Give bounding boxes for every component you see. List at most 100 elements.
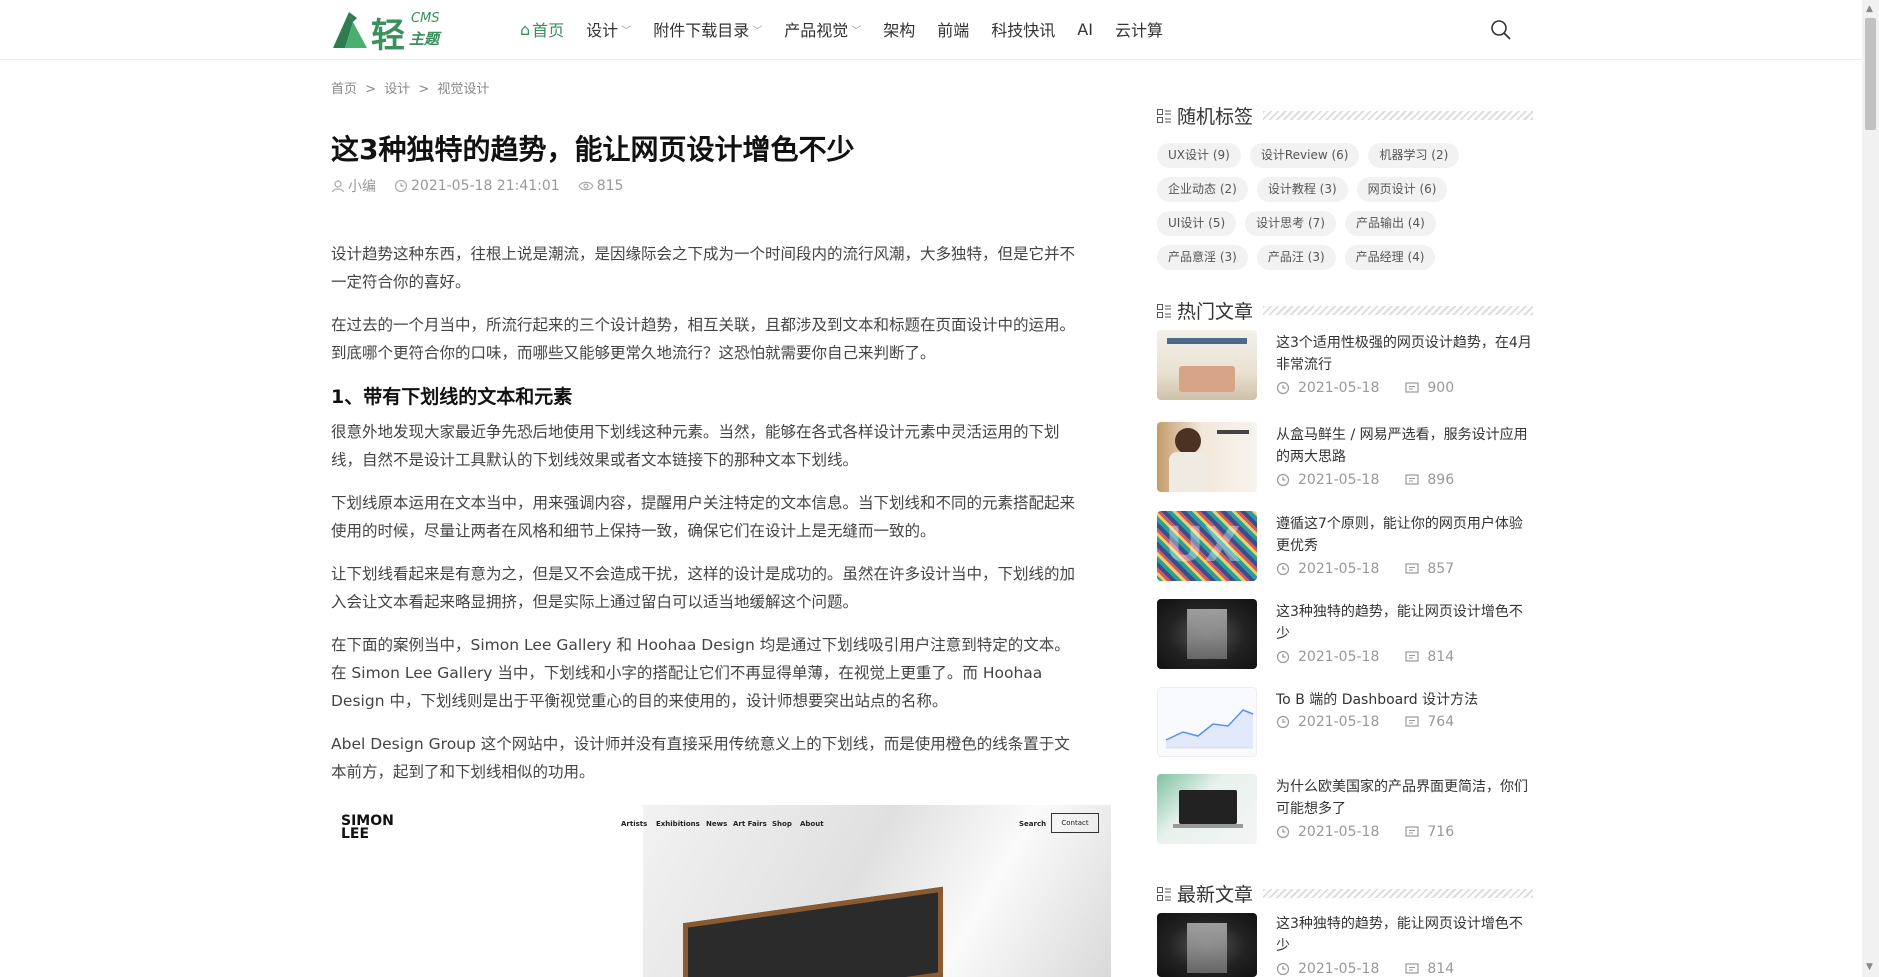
image-nav-item: News (706, 820, 728, 828)
author-name[interactable]: 小编 (348, 176, 376, 196)
comments-meta: 814 (1405, 961, 1454, 977)
heading-stripe (1263, 306, 1534, 315)
logo-mark-icon (333, 12, 367, 48)
tag-web-design[interactable]: 网页设计 (6) (1356, 177, 1448, 202)
heading-stripe (1263, 111, 1534, 120)
tag-design-thinking[interactable]: 设计思考 (7) (1245, 211, 1336, 236)
hot-article-meta: 2021-05-18 814 (1276, 649, 1480, 665)
list-icon (1157, 108, 1171, 123)
nav-item-architecture[interactable]: 架构 (883, 17, 915, 41)
article-date: 2021-05-18 (1298, 824, 1380, 840)
tag-product-manager[interactable]: 产品经理 (4) (1344, 245, 1436, 270)
article-date: 2021-05-18 (1298, 961, 1380, 977)
nav-item-frontend[interactable]: 前端 (937, 17, 969, 41)
nav-item-ai[interactable]: AI (1077, 20, 1093, 39)
article-date: 2021-05-18 (1298, 472, 1380, 488)
article-title: 这3种独特的趋势，能让网页设计增色不少 (331, 133, 855, 166)
scroll-up-arrow-icon[interactable]: ▲ (1866, 4, 1873, 14)
chevron-down-icon: ﹀ (752, 25, 763, 37)
latest-article-title[interactable]: 这3种独特的趋势，能让网页设计增色不少 (1276, 913, 1534, 957)
hot-article-meta: 2021-05-18 857 (1276, 561, 1480, 577)
tag-product-wang[interactable]: 产品汪 (3) (1256, 245, 1336, 270)
breadcrumb-home[interactable]: 首页 (331, 82, 357, 97)
clock-icon (1276, 562, 1290, 576)
scroll-thumb[interactable] (1865, 18, 1876, 130)
tag-ux-design[interactable]: UX设计 (9) (1157, 143, 1241, 168)
breadcrumb-design[interactable]: 设计 (384, 82, 410, 97)
comment-count: 857 (1427, 561, 1455, 577)
article-thumbnail[interactable] (1157, 599, 1257, 669)
tag-company-news[interactable]: 企业动态 (2) (1157, 177, 1248, 202)
thumbnail-photo (1187, 923, 1227, 973)
nav-label: 架构 (883, 21, 916, 40)
article-thumbnail[interactable] (1157, 687, 1257, 757)
article-thumbnail[interactable] (1157, 330, 1257, 400)
image-nav-item: Shop (772, 820, 792, 828)
article-thumbnail[interactable]: UX (1157, 511, 1257, 581)
tag-row: UX设计 (9) 设计Review (6) 机器学习 (2) (1157, 143, 1537, 168)
article-body: 设计趋势这种东西，往根上说是潮流，是因缘际会之下成为一个时间段内的流行风潮，大多… (331, 240, 1083, 801)
logo-cms-text: CMS (411, 11, 440, 26)
article-date: 2021-05-18 (1298, 561, 1380, 577)
search-button[interactable] (1489, 18, 1513, 42)
comment-count: 814 (1427, 961, 1455, 977)
home-icon: ⌂ (520, 19, 531, 39)
hot-article-title[interactable]: To B 端的 Dashboard 设计方法 (1276, 689, 1534, 711)
clock-icon (394, 179, 408, 193)
section-title: 最新文章 (1177, 884, 1254, 906)
tag-machine-learning[interactable]: 机器学习 (2) (1368, 143, 1460, 168)
latest-articles-heading: 最新文章 (1157, 880, 1534, 907)
breadcrumb-visual-design[interactable]: 视觉设计 (437, 82, 489, 97)
hot-article-meta: 2021-05-18 764 (1276, 714, 1480, 730)
clock-icon (1276, 715, 1290, 729)
list-icon (1157, 886, 1171, 901)
hot-articles-heading: 热门文章 (1157, 297, 1534, 324)
clock-icon (1276, 962, 1290, 976)
comments-meta: 857 (1405, 561, 1454, 577)
tag-product-fantasy[interactable]: 产品意淫 (3) (1157, 245, 1248, 270)
nav-item-design[interactable]: 设计 ﹀ (586, 17, 631, 41)
section-title: 随机标签 (1177, 106, 1254, 128)
tag-design-review[interactable]: 设计Review (6) (1249, 143, 1360, 168)
comments-meta: 764 (1405, 714, 1454, 730)
hot-article-title[interactable]: 为什么欧美国家的产品界面更简洁，你们可能想多了 (1276, 776, 1534, 820)
site-logo[interactable]: 轻 CMS 主题 (331, 6, 446, 56)
latest-articles-list: 这3种独特的趋势，能让网页设计增色不少 2021-05-18 814 (1157, 913, 1537, 977)
article-date: 2021-05-18 (1298, 714, 1380, 730)
comments-meta: 716 (1405, 824, 1454, 840)
tag-design-tutorial[interactable]: 设计教程 (3) (1256, 177, 1348, 202)
hot-article-title[interactable]: 这3种独特的趋势，能让网页设计增色不少 (1276, 601, 1534, 645)
hot-article-title[interactable]: 这3个适用性极强的网页设计趋势，在4月非常流行 (1276, 332, 1534, 376)
article-date: 2021-05-18 (1298, 649, 1380, 665)
nav-item-tech-news[interactable]: 科技快讯 (991, 17, 1055, 41)
image-left-panel: SIMON LEE (331, 805, 643, 977)
hot-article-title[interactable]: 遵循这7个原则，能让你的网页用户体验更优秀 (1276, 513, 1534, 557)
list-icon (1157, 303, 1171, 318)
article-thumbnail[interactable] (1157, 913, 1257, 977)
article-meta: 小编 2021-05-18 21:41:01 815 (331, 176, 641, 196)
tag-ui-design[interactable]: UI设计 (5) (1157, 211, 1237, 236)
page-scrollbar[interactable]: ▲ ▼ (1862, 0, 1879, 977)
nav-item-product-visual[interactable]: 产品视觉 ﹀ (784, 17, 861, 41)
image-search-text: Search (1019, 820, 1047, 828)
logo-sub-text: 主题 (409, 30, 440, 48)
comment-count: 716 (1427, 824, 1455, 840)
date-meta: 2021-05-18 (1276, 824, 1379, 840)
hot-article-meta: 2021-05-18 896 (1276, 472, 1480, 488)
nav-label: 设计 (586, 21, 619, 40)
nav-item-home[interactable]: ⌂ 首页 (520, 17, 564, 41)
user-icon (331, 180, 345, 193)
eye-icon (578, 181, 594, 191)
hot-article-title[interactable]: 从盒马鲜生 / 网易严选看，服务设计应用的两大思路 (1276, 424, 1534, 468)
simon-lee-logo: SIMON LEE (341, 813, 394, 842)
article-thumbnail[interactable] (1157, 422, 1257, 492)
main-nav: ⌂ 首页 设计 ﹀ 附件下载目录 ﹀ 产品视觉 ﹀ 架构 前端 科技快讯 AI … (520, 17, 1185, 41)
nav-item-cloud[interactable]: 云计算 (1115, 17, 1163, 41)
date-meta: 2021-05-18 21:41:01 (394, 178, 560, 194)
thumbnail-ux-letters-icon: UX (1165, 517, 1241, 573)
scroll-down-arrow-icon[interactable]: ▼ (1866, 962, 1873, 972)
tag-product-output[interactable]: 产品输出 (4) (1344, 211, 1436, 236)
nav-item-downloads[interactable]: 附件下载目录 ﹀ (653, 17, 762, 41)
date-meta: 2021-05-18 (1276, 561, 1379, 577)
article-thumbnail[interactable] (1157, 774, 1257, 844)
